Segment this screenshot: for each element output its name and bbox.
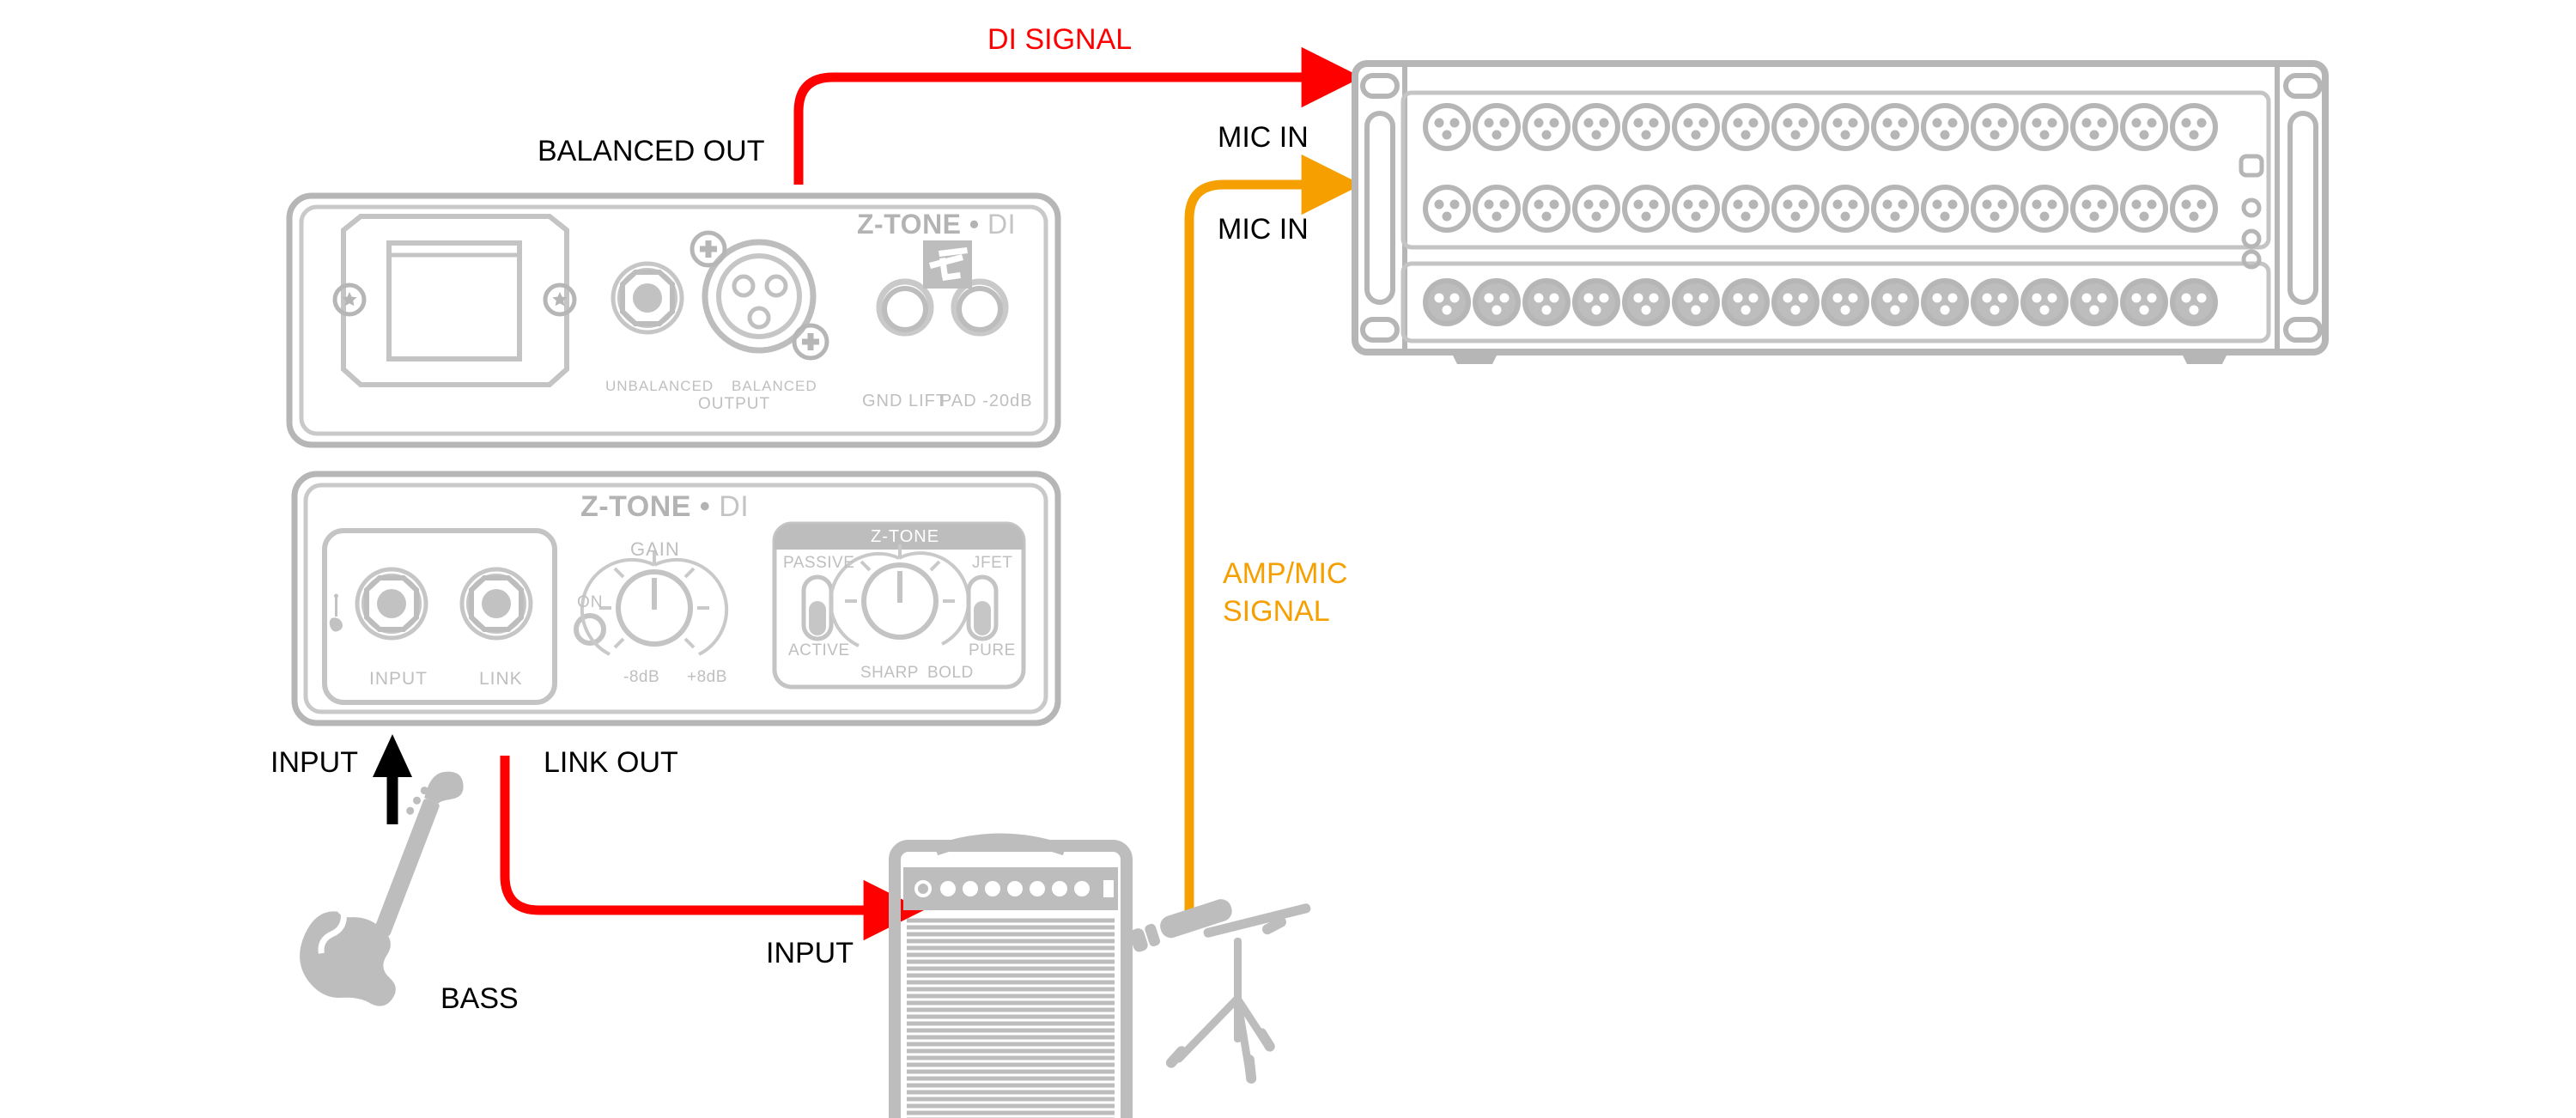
front-input-label: INPUT	[369, 669, 428, 689]
front-brand: Z-TONE	[580, 490, 691, 523]
rear-unbalanced-label: UNBALANCED	[605, 378, 714, 394]
front-brand-group: Z-TONE • DI	[580, 490, 749, 524]
amp-mic-signal-cable	[1184, 154, 1362, 914]
di-signal-label: DI SIGNAL	[987, 23, 1133, 56]
pure-label: PURE	[969, 641, 1016, 659]
amp-mic-signal-label-line1: AMP/MIC	[1223, 557, 1348, 590]
ztone-section	[772, 521, 1026, 690]
amp-switch	[1103, 880, 1114, 897]
link-jack[interactable]	[462, 569, 531, 638]
gain-max-label: +8dB	[687, 668, 727, 686]
microphone-icon	[1129, 899, 1232, 952]
amp-grille	[907, 918, 1115, 1118]
pad-20db-label: PAD -20dB	[940, 392, 1033, 410]
amp-input-label: INPUT	[766, 937, 854, 969]
amp-mic-signal-label-line2: SIGNAL	[1223, 595, 1330, 628]
passive-label: PASSIVE	[783, 554, 855, 572]
neutrik-logo-icon	[923, 240, 972, 289]
bold-label: BOLD	[927, 664, 974, 682]
rear-output-group-label: OUTPUT	[698, 395, 771, 413]
rear-balanced-label: BALANCED	[732, 378, 817, 394]
gnd-lift-label: GND LIFT	[862, 392, 948, 410]
bass-label: BASS	[440, 982, 519, 1015]
sharp-label: SHARP	[860, 664, 919, 682]
front-model: DI	[719, 490, 750, 523]
ztone-section-title: Z-TONE	[871, 527, 940, 546]
bass-guitar-icon	[300, 771, 464, 1006]
mic-in-bottom-label: MIC IN	[1218, 213, 1309, 246]
rack-patchbay	[1352, 60, 2329, 364]
front-link-label: LINK	[479, 669, 523, 689]
bass-input-arrow	[373, 734, 412, 824]
bass-input-label: INPUT	[270, 746, 358, 779]
gain-min-label: -8dB	[623, 668, 660, 686]
active-label: ACTIVE	[788, 641, 850, 659]
mic-stand-icon	[1129, 899, 1311, 1084]
diagram-canvas: DI SIGNAL BALANCED OUT MIC IN MIC IN AMP…	[0, 0, 2576, 1118]
guitar-amp-icon	[889, 833, 1133, 1118]
on-led-label: ON	[577, 593, 604, 611]
front-brand-separator: •	[699, 490, 711, 523]
rear-brand-separator: •	[969, 209, 980, 240]
rear-model: DI	[987, 209, 1016, 240]
gain-label: GAIN	[630, 538, 680, 560]
input-jack[interactable]	[357, 569, 426, 638]
unbalanced-output-jack	[613, 264, 682, 332]
jfet-label: JFET	[972, 554, 1013, 572]
rear-brand-group: Z-TONE • DI	[857, 209, 1016, 240]
mic-in-top-label: MIC IN	[1218, 121, 1309, 154]
link-out-label: LINK OUT	[544, 746, 678, 779]
rear-brand: Z-TONE	[857, 209, 962, 240]
balanced-out-label: BALANCED OUT	[538, 135, 765, 167]
